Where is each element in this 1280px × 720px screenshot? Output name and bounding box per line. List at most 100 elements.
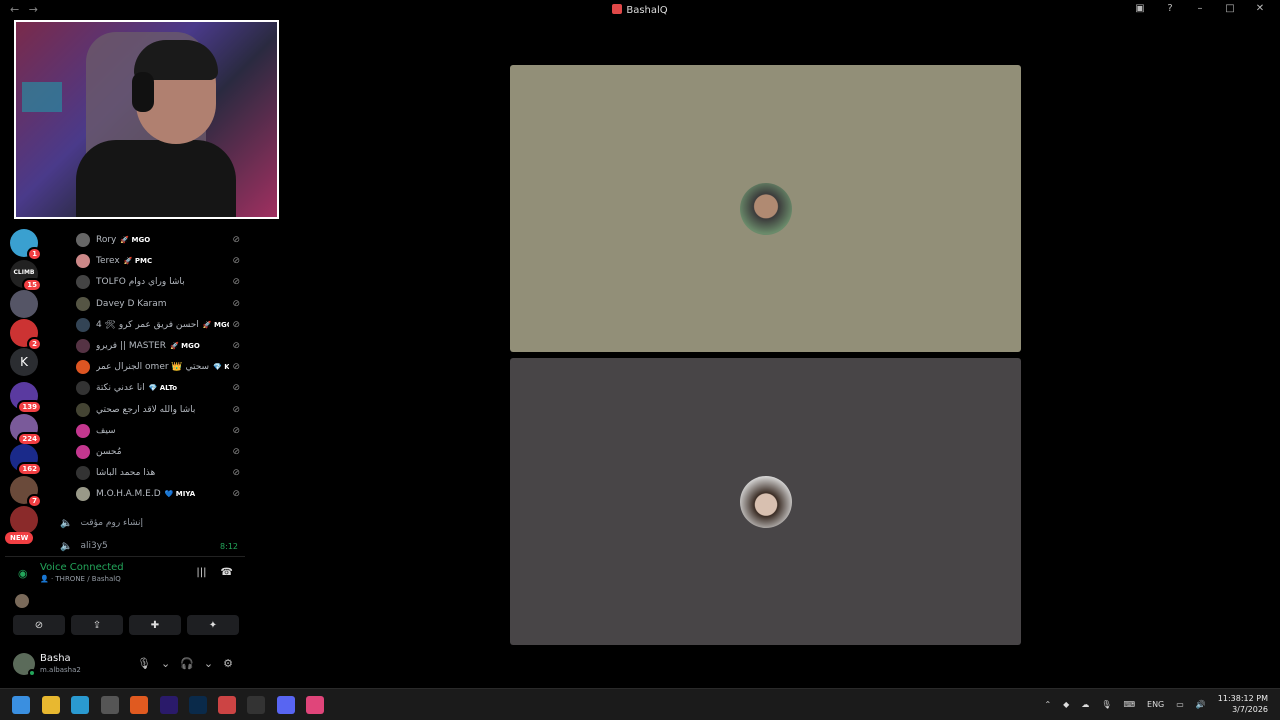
voice-member[interactable]: M.O.H.A.M.E.D 💙 MIYA ⊘ — [76, 485, 240, 503]
voice-member[interactable]: Davey D Karam ⊘ — [76, 295, 240, 313]
voice-member[interactable]: Terex 🚀 PMC ⊘ — [76, 252, 240, 270]
user-panel: Basha m.albasha2 🎙 ⌄ 🎧 ⌄ ⚙ — [5, 645, 245, 685]
language-indicator[interactable]: ENG — [1147, 700, 1164, 709]
server-icon[interactable]: 2 — [10, 319, 42, 351]
voice-connected-panel: ◉ Voice Connected 👤 · THRONE / BashalQ |… — [5, 556, 245, 642]
server-icon[interactable]: 139 — [10, 382, 42, 414]
voice-member[interactable]: انا عدني نكتة 💎 ALTo ⊘ — [76, 379, 240, 397]
camera-off-button[interactable]: ⊘ — [13, 615, 65, 635]
server-icon[interactable]: CLIMB 15 — [10, 260, 42, 292]
webcam-headphones — [132, 72, 154, 112]
noise-suppression-icon[interactable]: ||| — [196, 567, 206, 578]
server-icon[interactable] — [10, 290, 38, 318]
chevron-up-icon[interactable]: ⌃ — [1044, 700, 1051, 709]
windows-start-icon[interactable] — [12, 696, 30, 714]
member-avatar — [76, 317, 90, 332]
member-role-tag: 💙 MIYA — [164, 490, 196, 499]
tiktok-icon[interactable] — [306, 696, 324, 714]
close-icon[interactable]: ✕ — [1252, 3, 1268, 14]
server-icon[interactable] — [10, 506, 38, 534]
voice-location[interactable]: 👤 · THRONE / BashalQ — [40, 575, 121, 583]
muted-icon: ⊘ — [232, 468, 240, 479]
voice-location-text: THRONE / BashalQ — [55, 575, 121, 583]
voice-member[interactable]: هذا محمد الباشا ⊘ — [76, 464, 240, 482]
server-icon[interactable]: 162 — [10, 444, 42, 476]
member-role-tag: 🚀 MGO — [169, 342, 200, 350]
muted-icon: ⊘ — [232, 447, 240, 457]
member-avatar — [76, 466, 90, 481]
disconnect-icon[interactable]: ☎ — [221, 567, 233, 578]
keyboard-icon[interactable]: ⌨ — [1123, 700, 1135, 709]
gear-icon[interactable]: ⚙ — [223, 657, 233, 670]
voice-member[interactable]: باشا والله لاقد ارجع صحتي ⊘ — [76, 401, 240, 419]
member-avatar — [76, 402, 90, 417]
voice-channel[interactable]: 🔈 إنشاء روم مؤقت — [60, 515, 250, 531]
server-icon[interactable]: 7 — [10, 476, 42, 508]
unread-badge: 1 — [27, 247, 42, 261]
member-name: 4 🛠 احسن فريق عمر كرو🚀 MGO — [96, 320, 229, 330]
chevron-down-icon[interactable]: ⌄ — [161, 657, 170, 670]
network-app-icon[interactable]: ◆ — [1063, 700, 1069, 709]
signal-icon[interactable]: ◉ — [18, 567, 28, 580]
member-role-tag: 🚀 MGO — [120, 236, 151, 244]
edge-browser-icon[interactable] — [71, 696, 89, 714]
brave-browser-icon[interactable] — [130, 696, 148, 714]
discord-icon[interactable] — [277, 696, 295, 714]
share-screen-button[interactable]: ⇪ — [71, 615, 123, 635]
voice-self-avatar[interactable] — [15, 594, 29, 608]
muted-icon: ⊘ — [232, 489, 240, 500]
server-icon[interactable]: K — [10, 348, 38, 376]
participant-avatar — [739, 182, 792, 235]
headphones-icon[interactable]: 🎧 — [180, 657, 194, 670]
muted-icon: ⊘ — [232, 256, 240, 267]
activities-button[interactable]: ✚ — [129, 615, 181, 635]
voice-member[interactable]: سيف ⊘ — [76, 422, 240, 440]
voice-channel-name: إنشاء روم مؤقت — [80, 518, 144, 528]
voice-member[interactable]: فريرو || MASTER 🚀 MGO ⊘ — [76, 337, 240, 355]
server-icon[interactable]: 224 — [10, 414, 42, 446]
member-avatar — [76, 296, 90, 311]
minimize-icon[interactable]: – — [1192, 3, 1208, 14]
premiere-icon[interactable] — [160, 696, 178, 714]
clock-time: 11:38:12 PM — [1217, 694, 1268, 703]
chevron-down-icon[interactable]: ⌄ — [204, 657, 213, 670]
soundboard-button[interactable]: ✦ — [187, 615, 239, 635]
help-icon[interactable]: ? — [1162, 3, 1178, 14]
unread-badge: 139 — [17, 400, 42, 414]
voice-channel[interactable]: 🔈 ali3y5 8:12 — [60, 538, 250, 554]
capture-app-icon[interactable] — [218, 696, 236, 714]
photoshop-icon[interactable] — [189, 696, 207, 714]
participant-tile[interactable] — [510, 65, 1021, 352]
voice-member[interactable]: Rory 🚀 MGO ⊘ — [76, 231, 240, 249]
screen-icon[interactable]: ▣ — [1132, 3, 1148, 14]
voice-member[interactable]: 4 🛠 احسن فريق عمر كرو🚀 MGO⊘ — [76, 316, 240, 334]
file-explorer-icon[interactable] — [42, 696, 60, 714]
voice-member[interactable]: الجنرال عمر omer 👑 سحتي 💎 K ⊘ — [76, 358, 240, 376]
maximize-icon[interactable]: □ — [1222, 3, 1238, 14]
member-name: باشا والله لاقد ارجع صحتي — [96, 404, 196, 415]
clock[interactable]: 11:38:12 PM 3/7/2026 — [1218, 693, 1268, 715]
window-controls: ▣ ? – □ ✕ — [1132, 3, 1268, 14]
participant-avatar — [739, 475, 792, 528]
voice-member[interactable]: TOLFO باشا وراي دوام ⊘ — [76, 273, 240, 291]
member-name: Davey D Karam — [96, 298, 167, 309]
volume-icon[interactable]: 🔊 — [1196, 700, 1206, 709]
server-icon[interactable]: 1 — [10, 229, 42, 261]
microphone-icon[interactable]: 🎙 — [137, 657, 151, 670]
voice-status[interactable]: Voice Connected — [40, 562, 124, 573]
muted-icon: ⊘ — [232, 383, 240, 394]
muted-icon: ⊘ — [232, 235, 240, 245]
muted-icon: ⊘ — [232, 425, 240, 436]
member-avatar — [76, 254, 90, 269]
member-avatar — [76, 360, 90, 375]
display-icon[interactable]: ▭ — [1176, 700, 1184, 709]
store-icon[interactable] — [101, 696, 119, 714]
user-name[interactable]: Basha — [40, 653, 71, 664]
speaker-icon: 🔈 — [60, 517, 73, 529]
voice-member[interactable]: مُحسن ⊘ — [76, 443, 240, 461]
obs-icon[interactable] — [247, 696, 265, 714]
microphone-tray-icon[interactable]: 🎙 — [1101, 700, 1111, 709]
participant-tile[interactable] — [510, 358, 1021, 645]
onedrive-icon[interactable]: ☁ — [1081, 700, 1089, 709]
user-handle: m.albasha2 — [40, 666, 81, 674]
